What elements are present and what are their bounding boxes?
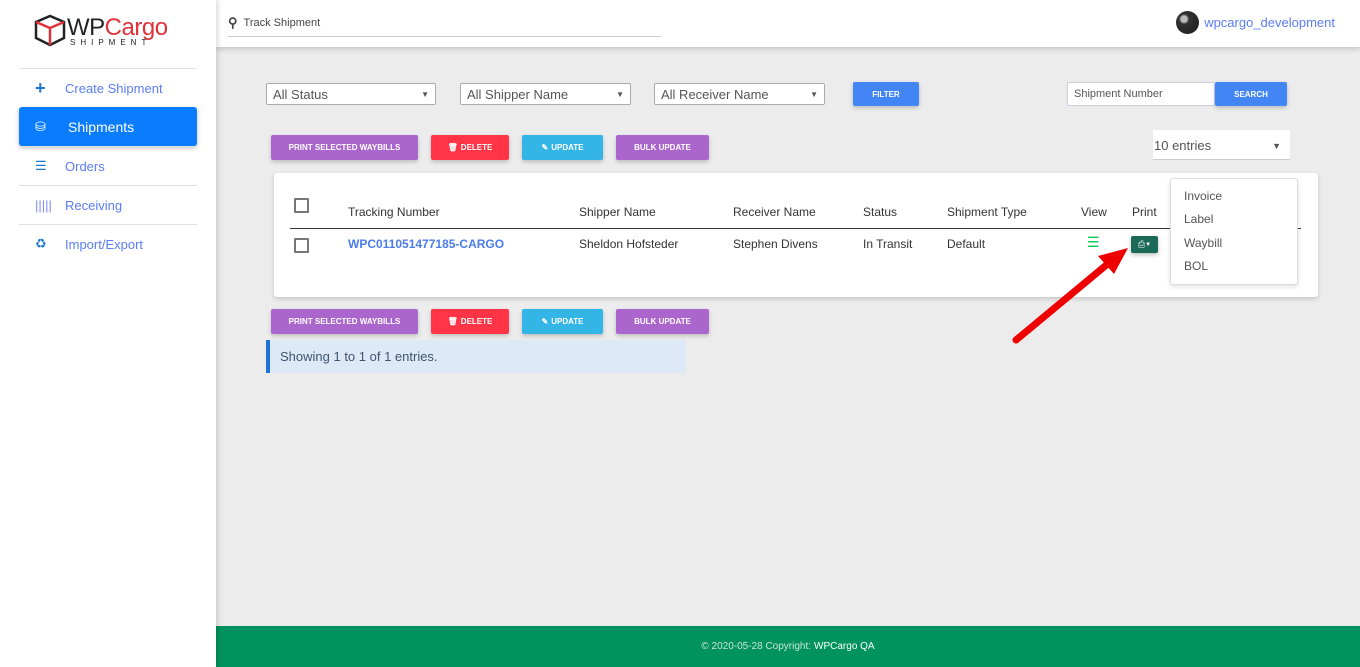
annotation-arrow	[1012, 248, 1128, 344]
